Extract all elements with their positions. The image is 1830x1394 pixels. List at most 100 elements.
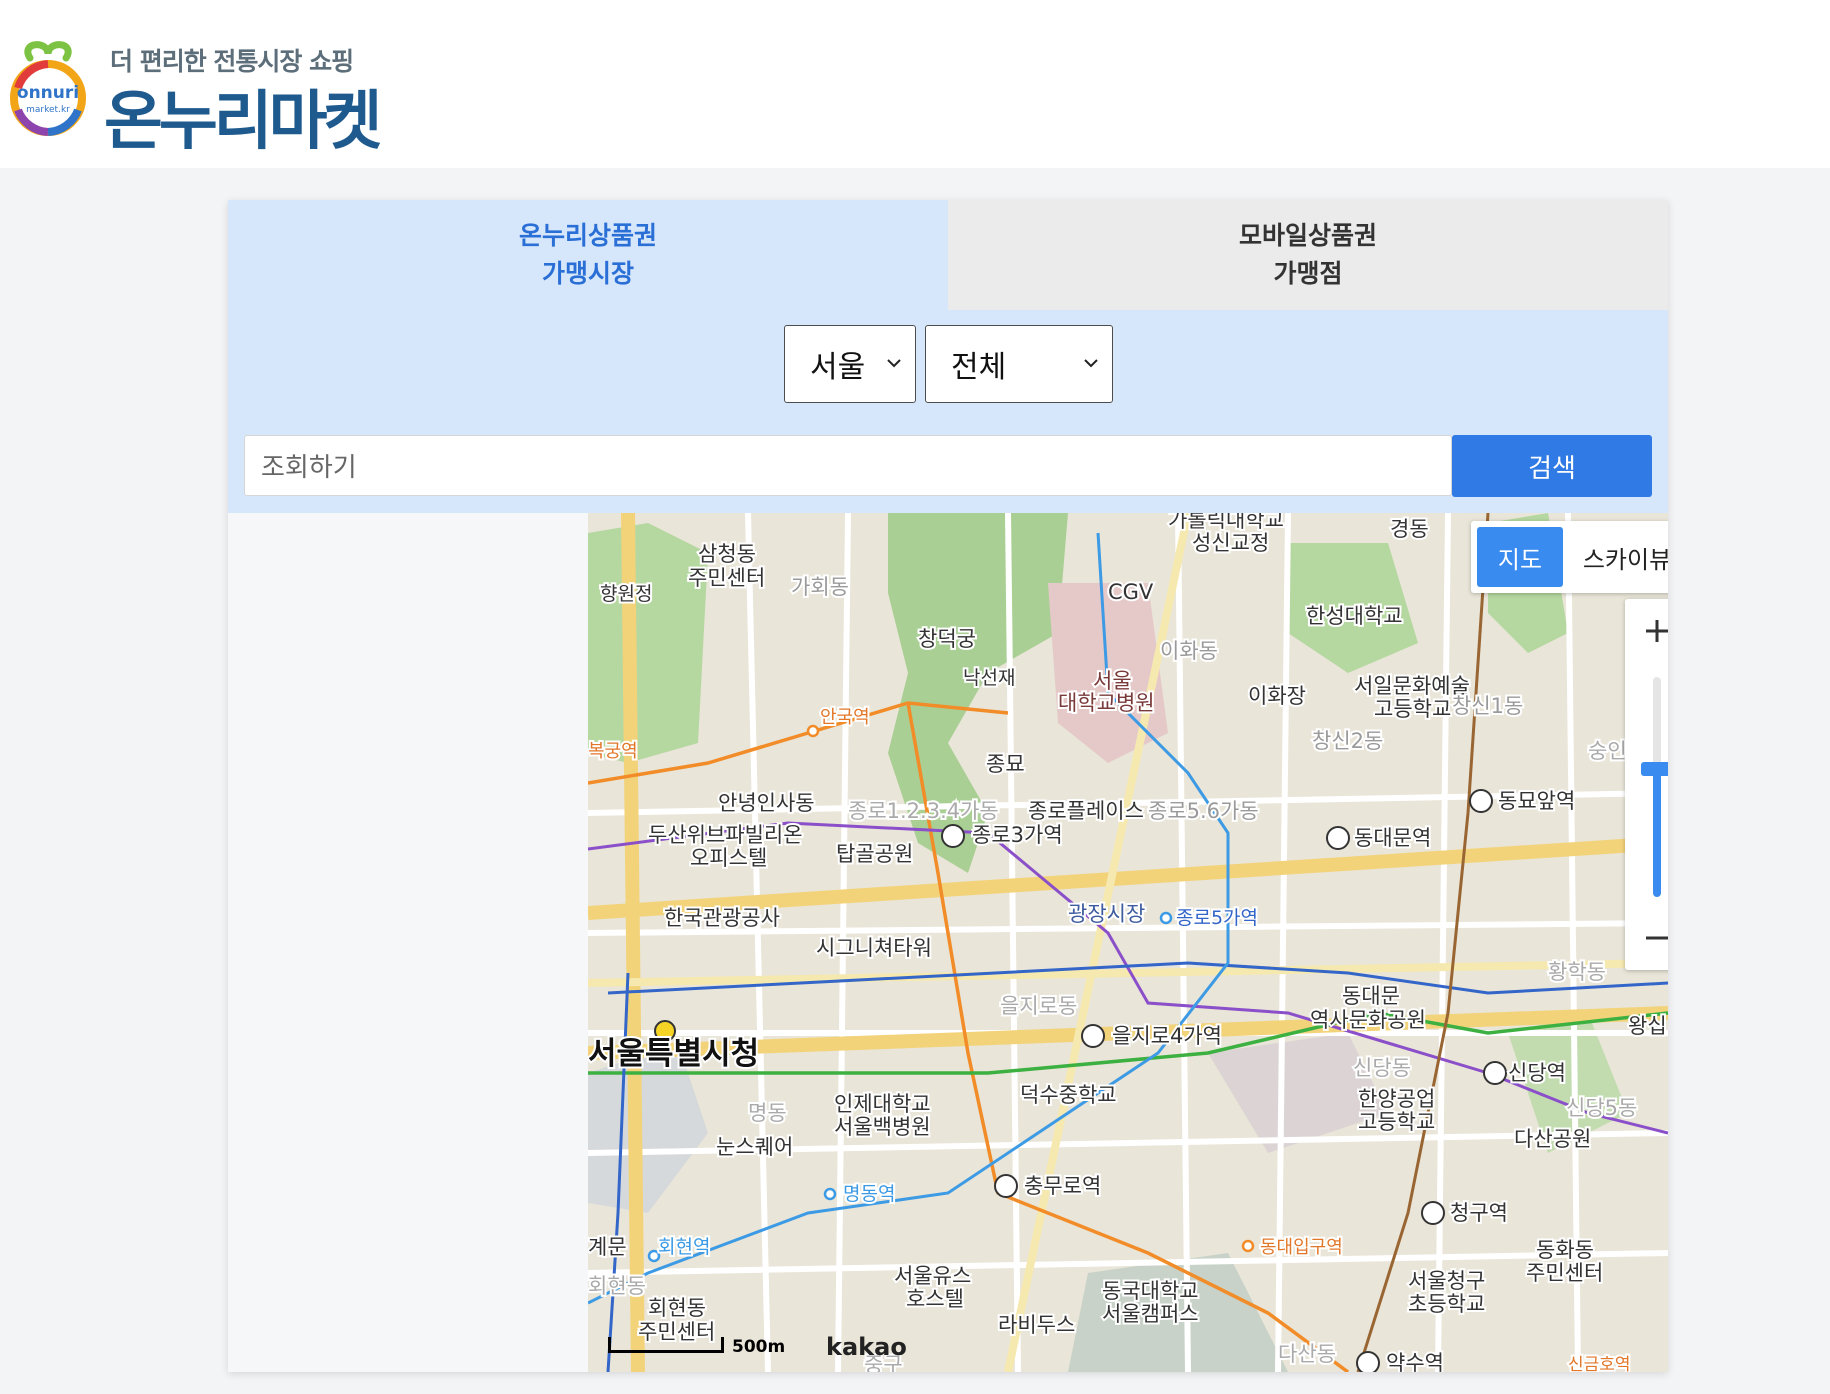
- minus-icon: [1646, 936, 1668, 940]
- tab-onnuri-line2: 가맹시장: [541, 259, 634, 288]
- svg-text:주민센터: 주민센터: [1526, 1261, 1603, 1285]
- svg-text:신당5동: 신당5동: [1566, 1096, 1637, 1120]
- svg-text:서울백병원: 서울백병원: [834, 1115, 931, 1139]
- svg-text:동화동: 동화동: [1536, 1238, 1594, 1262]
- svg-text:종묘: 종묘: [986, 752, 1025, 776]
- plus-icon: [1646, 620, 1668, 642]
- svg-text:덕수중학교: 덕수중학교: [1020, 1083, 1117, 1107]
- search-button[interactable]: 검색: [1452, 435, 1652, 497]
- svg-text:을지로4가역: 을지로4가역: [1112, 1024, 1222, 1048]
- svg-text:탑골공원: 탑골공원: [836, 842, 913, 866]
- svg-text:역사문화공원: 역사문화공원: [1310, 1008, 1426, 1032]
- svg-text:가회동: 가회동: [791, 575, 849, 599]
- onnuri-emblem-icon: onnuri market.kr: [10, 41, 86, 136]
- kakao-logo[interactable]: kakao: [826, 1333, 907, 1361]
- svg-text:왕십: 왕십: [1628, 1014, 1667, 1038]
- svg-text:주민센터: 주민센터: [688, 566, 765, 590]
- tab-onnuri-market[interactable]: 온누리상품권 가맹시장: [228, 200, 948, 310]
- region-select[interactable]: 서울: [784, 325, 916, 403]
- svg-text:명동: 명동: [748, 1101, 787, 1125]
- tab-mobile-store[interactable]: 모바일상품권 가맹점: [948, 200, 1668, 310]
- svg-text:눈스퀘어: 눈스퀘어: [716, 1135, 793, 1159]
- tab-mobile-line2: 가맹점: [1273, 259, 1343, 288]
- map-canvas[interactable]: 삼청동 주민센터 향원정 가회동 창덕궁 낙선재 CGV 서울 대학교병원 이화…: [588, 513, 1668, 1372]
- svg-text:다산동: 다산동: [1278, 1342, 1336, 1366]
- map-view[interactable]: 삼청동 주민센터 향원정 가회동 창덕궁 낙선재 CGV 서울 대학교병원 이화…: [588, 513, 1668, 1372]
- svg-text:향원정: 향원정: [600, 583, 652, 605]
- svg-text:계문: 계문: [588, 1235, 627, 1259]
- svg-text:종로3가역: 종로3가역: [972, 823, 1063, 847]
- svg-text:신당역: 신당역: [1508, 1061, 1566, 1085]
- zoom-slider-fill: [1653, 769, 1661, 897]
- svg-text:회현역: 회현역: [658, 1236, 710, 1258]
- logo-name: 온누리마켓: [104, 85, 382, 159]
- svg-text:종로5.6가동: 종로5.6가동: [1148, 799, 1259, 823]
- svg-text:신금호역: 신금호역: [1568, 1355, 1631, 1372]
- result-list-panel: [228, 513, 588, 1372]
- svg-text:삼청동: 삼청동: [698, 542, 756, 566]
- svg-text:복궁역: 복궁역: [588, 741, 638, 762]
- svg-text:오피스텔: 오피스텔: [690, 846, 767, 870]
- zoom-control: [1625, 599, 1668, 970]
- svg-text:두산위브파빌리온: 두산위브파빌리온: [648, 823, 803, 847]
- svg-text:회현동: 회현동: [648, 1296, 706, 1320]
- svg-text:한성대학교: 한성대학교: [1306, 604, 1403, 628]
- svg-text:경동: 경동: [1390, 517, 1429, 541]
- region-select-value: 서울: [810, 350, 866, 385]
- zoom-slider-handle[interactable]: [1641, 762, 1668, 777]
- svg-text:동대입구역: 동대입구역: [1260, 1237, 1343, 1258]
- district-select-value: 전체: [951, 350, 1007, 385]
- scale-bar: [608, 1337, 724, 1353]
- svg-text:안국역: 안국역: [820, 707, 870, 728]
- svg-text:성신교정: 성신교정: [1192, 531, 1269, 555]
- svg-text:동대문: 동대문: [1342, 984, 1400, 1008]
- district-select[interactable]: 전체: [925, 325, 1113, 403]
- zoom-out-button[interactable]: [1625, 906, 1668, 970]
- svg-text:호스텔: 호스텔: [906, 1287, 964, 1311]
- svg-text:한양공업: 한양공업: [1358, 1087, 1435, 1111]
- svg-text:이화동: 이화동: [1160, 639, 1218, 663]
- svg-text:한국관광공사: 한국관광공사: [664, 906, 780, 930]
- svg-text:고등학교: 고등학교: [1358, 1110, 1435, 1134]
- tab-bar: 온누리상품권 가맹시장 모바일상품권 가맹점: [228, 200, 1668, 310]
- svg-text:동묘앞역: 동묘앞역: [1498, 789, 1575, 813]
- svg-text:이화장: 이화장: [1248, 684, 1306, 708]
- svg-text:충무로역: 충무로역: [1024, 1174, 1101, 1198]
- svg-text:안녕인사동: 안녕인사동: [718, 791, 815, 815]
- map-type-control: 지도 스카이뷰: [1471, 521, 1668, 593]
- svg-text:창신1동: 창신1동: [1452, 694, 1523, 718]
- svg-text:광장시장: 광장시장: [1068, 902, 1145, 926]
- search-input[interactable]: 조회하기: [244, 435, 1452, 496]
- onnuri-logo[interactable]: onnuri market.kr 더 편리한 전통시장 쇼핑 온누리마켓: [0, 34, 382, 159]
- tab-mobile-line1: 모바일상품권: [1238, 221, 1377, 250]
- svg-text:종로플레이스: 종로플레이스: [1028, 799, 1144, 823]
- svg-text:market.kr: market.kr: [26, 105, 70, 115]
- svg-text:다산공원: 다산공원: [1514, 1127, 1591, 1151]
- svg-text:가톨릭대학교: 가톨릭대학교: [1168, 513, 1284, 532]
- svg-text:서울특별시청: 서울특별시청: [588, 1036, 759, 1072]
- svg-text:서울유스: 서울유스: [894, 1264, 971, 1288]
- svg-text:청구역: 청구역: [1450, 1201, 1508, 1225]
- svg-text:신당동: 신당동: [1353, 1056, 1411, 1080]
- map-type-skyview-button[interactable]: 스카이뷰: [1567, 527, 1668, 587]
- svg-text:대학교병원: 대학교병원: [1058, 691, 1155, 715]
- svg-text:시그니쳐타워: 시그니쳐타워: [816, 936, 932, 960]
- chevron-down-icon: [887, 359, 901, 368]
- scale-label: 500m: [732, 1337, 786, 1357]
- svg-text:인제대학교: 인제대학교: [834, 1092, 931, 1116]
- svg-text:창덕궁: 창덕궁: [918, 627, 976, 651]
- svg-text:낙선재: 낙선재: [963, 667, 1015, 689]
- svg-text:약수역: 약수역: [1386, 1351, 1444, 1372]
- svg-text:서울캠퍼스: 서울캠퍼스: [1102, 1302, 1199, 1326]
- svg-text:onnuri: onnuri: [17, 83, 79, 103]
- site-header: onnuri market.kr 더 편리한 전통시장 쇼핑 온누리마켓: [0, 0, 1830, 168]
- svg-text:종로5가역: 종로5가역: [1176, 907, 1258, 929]
- zoom-slider-track[interactable]: [1653, 677, 1661, 897]
- svg-text:서울: 서울: [1093, 669, 1132, 693]
- svg-text:서울청구: 서울청구: [1408, 1269, 1485, 1293]
- map-scale: 500m kakao: [608, 1333, 907, 1363]
- zoom-in-button[interactable]: [1625, 599, 1668, 663]
- svg-text:명동역: 명동역: [843, 1183, 895, 1205]
- map-type-map-button[interactable]: 지도: [1477, 527, 1563, 587]
- svg-text:동국대학교: 동국대학교: [1102, 1279, 1199, 1303]
